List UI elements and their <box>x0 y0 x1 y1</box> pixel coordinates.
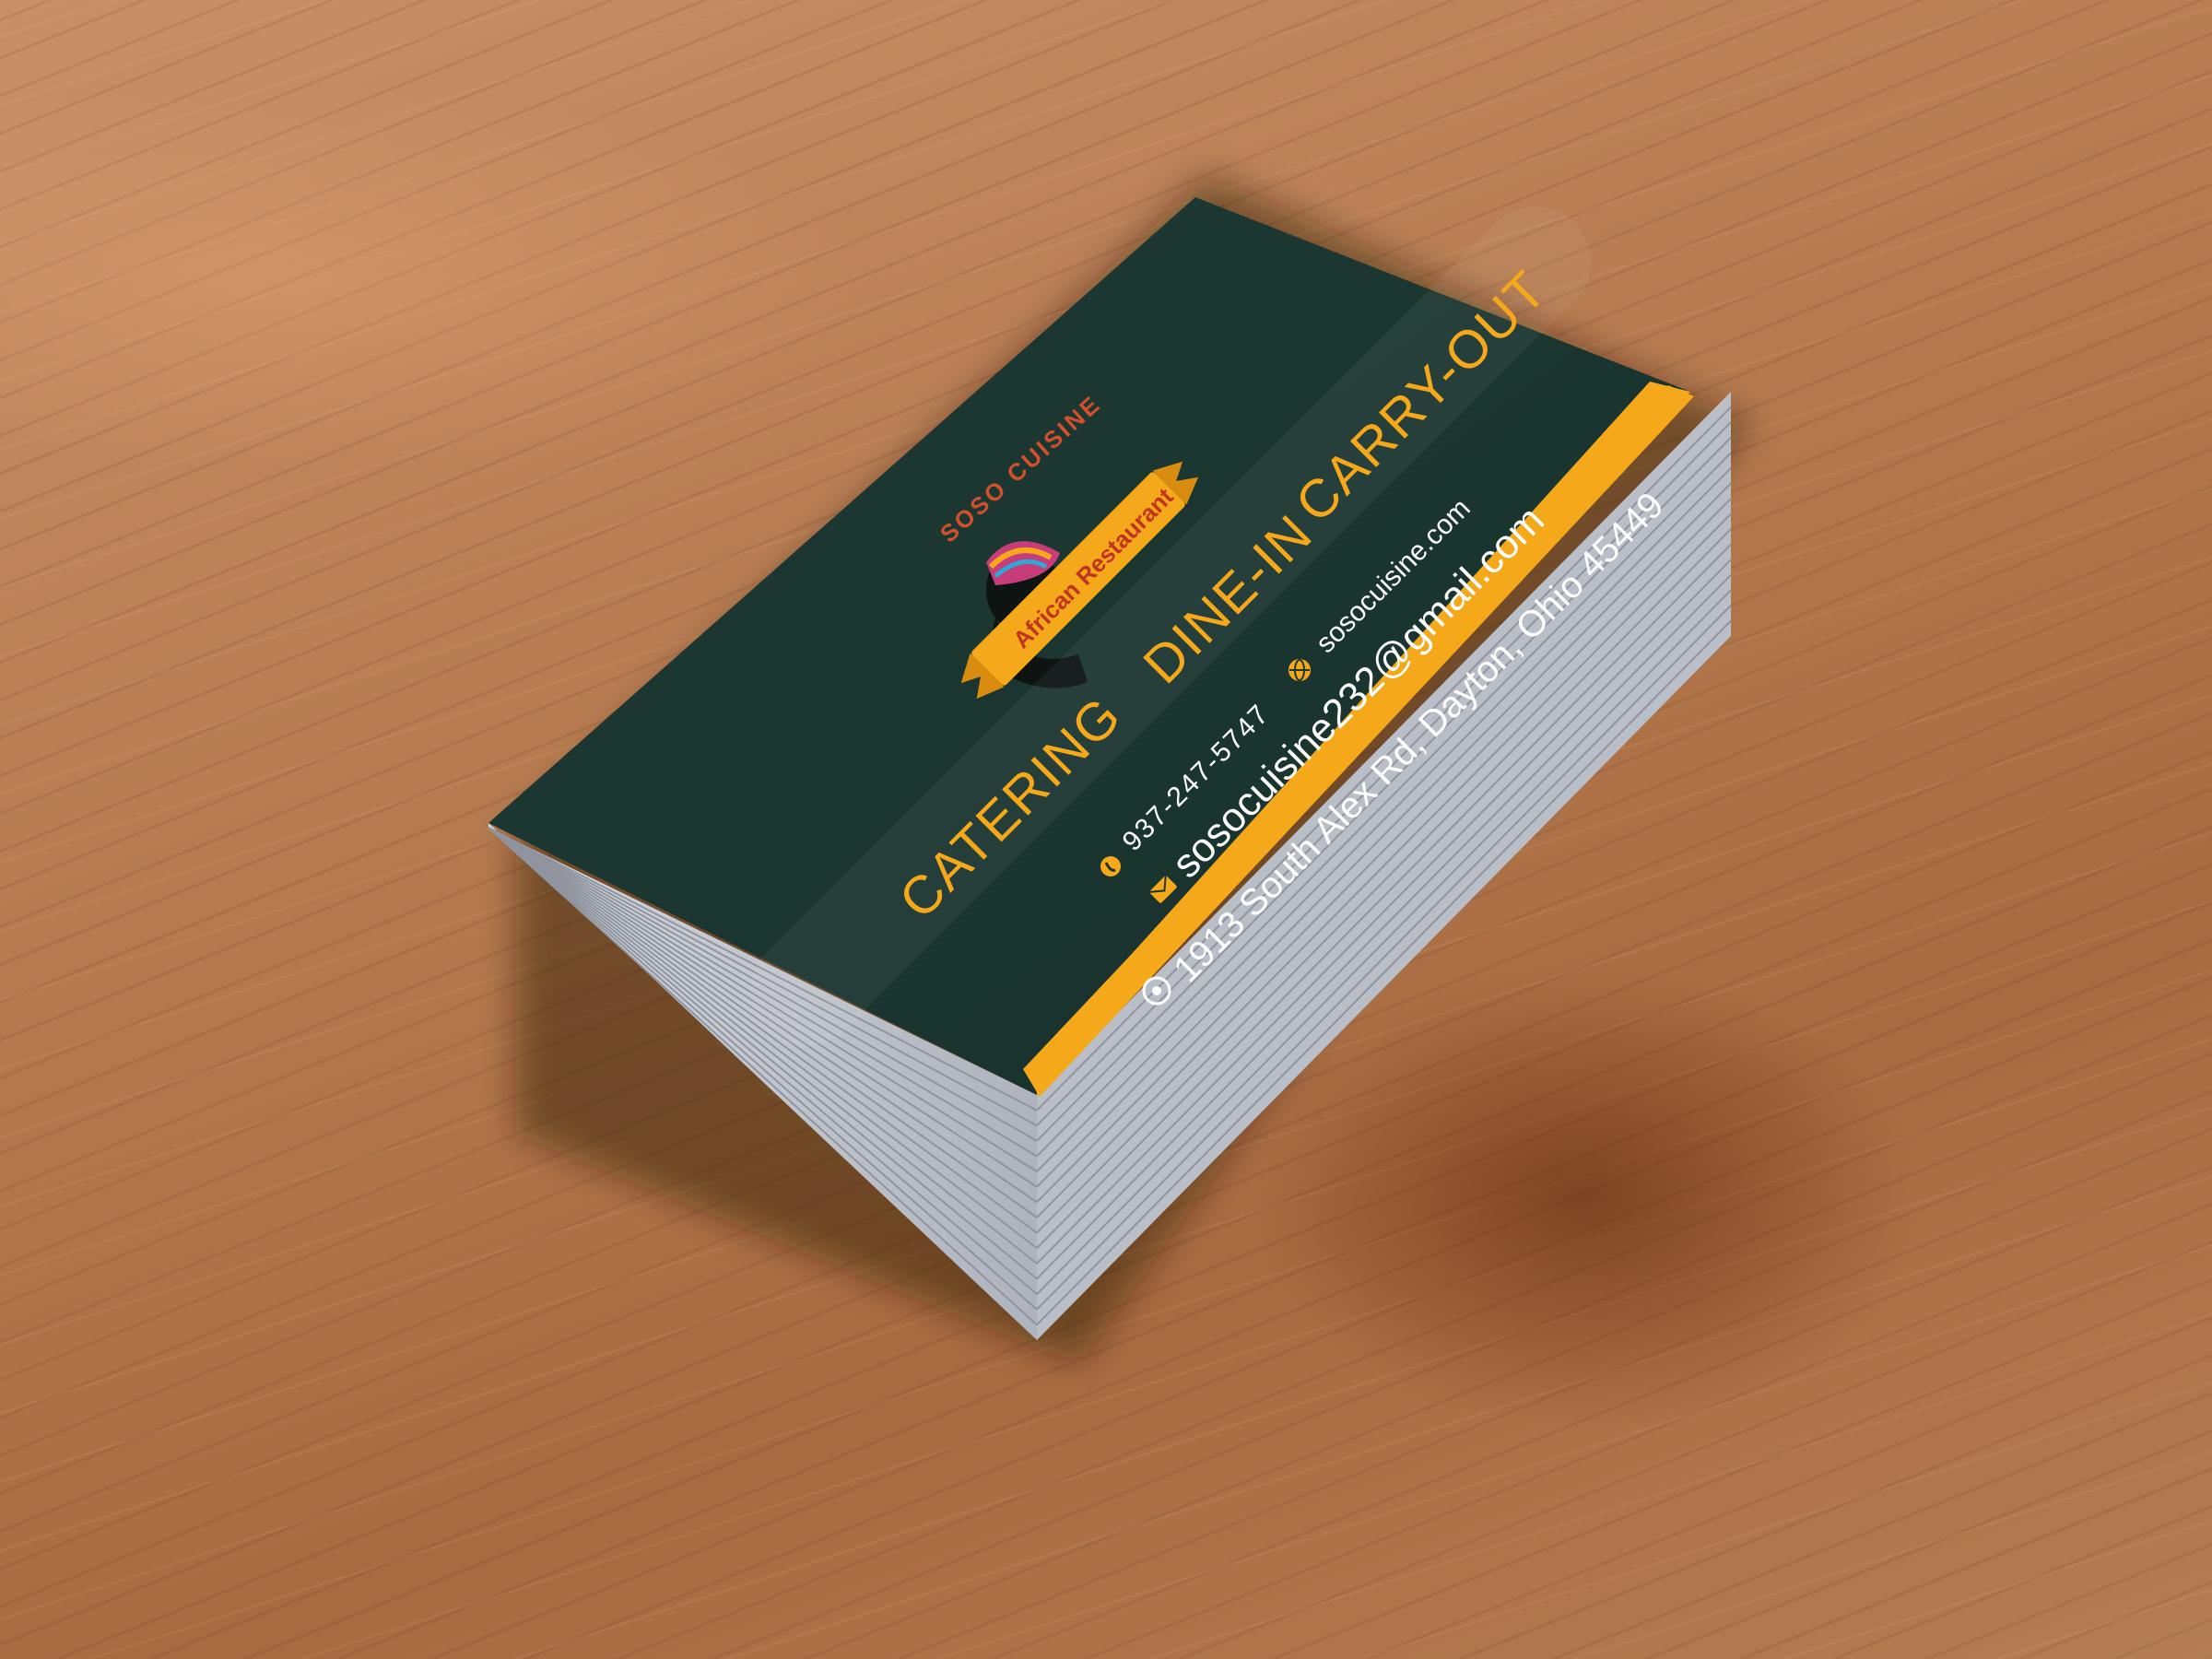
phone-icon <box>1100 856 1121 877</box>
wooden-table-scene: SOSO CUISINE African Restaurant CATERING… <box>0 0 2212 1659</box>
card-stack: SOSO CUISINE African Restaurant CATERING… <box>488 175 1751 1364</box>
globe-icon <box>1288 659 1311 681</box>
